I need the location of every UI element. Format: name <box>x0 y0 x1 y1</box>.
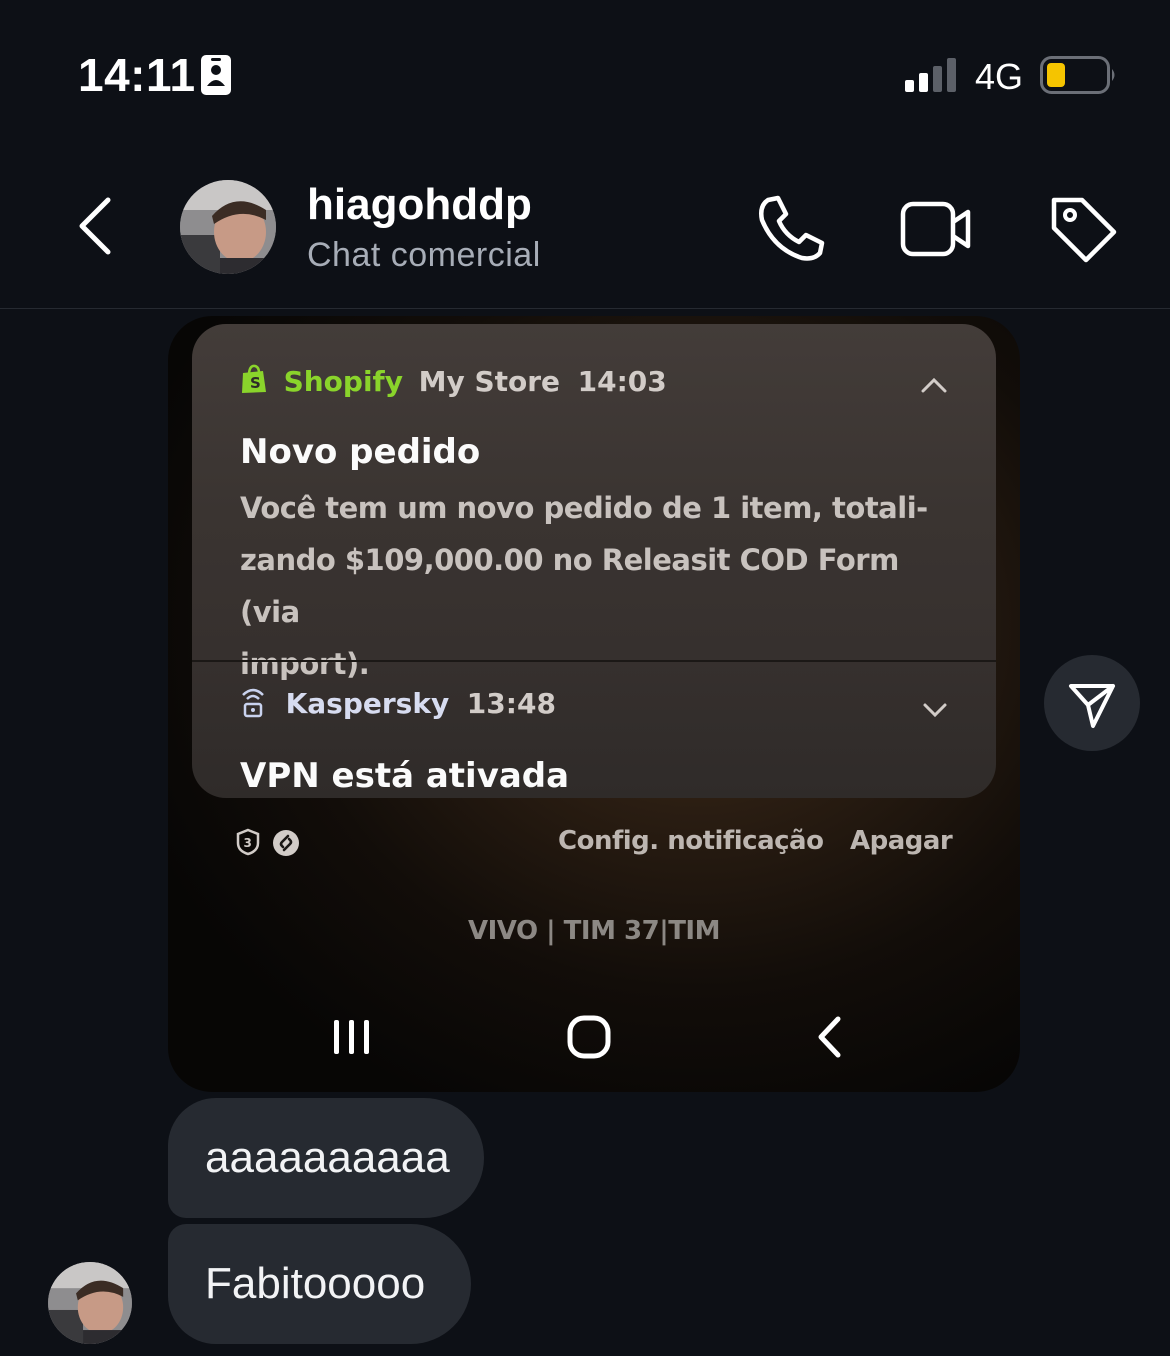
kaspersky-notification-title: VPN está ativada <box>240 756 570 796</box>
kaspersky-notification-time: 13:48 <box>466 687 556 720</box>
status-bar: 14:11 4G <box>0 0 1170 150</box>
message-text: Fabitooooo <box>205 1259 426 1308</box>
shield-3-icon: 3 <box>236 828 260 856</box>
message-text: aaaaaaaaaa <box>205 1133 450 1182</box>
shopify-store-name: My Store <box>418 365 561 398</box>
battery-icon <box>1040 56 1115 94</box>
svg-text:3: 3 <box>244 836 252 850</box>
signal-icon <box>905 58 956 92</box>
sender-avatar[interactable] <box>48 1262 132 1344</box>
id-card-icon <box>201 55 231 95</box>
avatar-photo <box>180 180 276 274</box>
nav-back-icon <box>818 1016 841 1058</box>
phone-icon[interactable] <box>754 194 826 264</box>
back-icon[interactable] <box>72 194 120 258</box>
body-line: import). <box>240 647 370 681</box>
shopify-bag-icon: S <box>242 364 266 393</box>
body-line: zando $109,000.00 no Releasit COD Form (… <box>240 543 899 629</box>
carrier-label: VIVO | TIM 37|TIM <box>468 916 720 946</box>
message-bubble[interactable]: aaaaaaaaaa <box>168 1098 484 1218</box>
body-line: Você tem um novo pedido de 1 item, total… <box>240 491 928 525</box>
message-bubble[interactable]: Fabitooooo <box>168 1224 471 1344</box>
svg-text:S: S <box>250 374 261 392</box>
kaspersky-icon <box>242 688 264 718</box>
share-button[interactable] <box>1044 655 1140 751</box>
shopify-notification-title: Novo pedido <box>240 432 481 472</box>
avatar-photo <box>48 1262 132 1344</box>
shopify-app-name: Shopify <box>283 365 403 398</box>
kaspersky-notification-header: Kaspersky 13:48 <box>240 686 556 720</box>
chevron-down-icon <box>923 703 947 718</box>
contact-name[interactable]: hiagohddp <box>307 180 532 230</box>
home-icon <box>567 1015 611 1059</box>
send-icon <box>1069 684 1115 728</box>
recent-apps-icon <box>334 1020 369 1054</box>
contact-avatar[interactable] <box>180 180 276 274</box>
clear-notifications-button: Apagar <box>850 826 953 856</box>
notification-divider <box>192 660 996 662</box>
shopify-notification-header: S Shopify My Store 14:03 <box>240 364 667 398</box>
kaspersky-app-name: Kaspersky <box>285 687 450 720</box>
notification-panel: S Shopify My Store 14:03 Novo pedido Voc… <box>192 324 996 798</box>
video-icon[interactable] <box>900 194 972 264</box>
chat-header: hiagohddp Chat comercial <box>0 150 1170 309</box>
shopify-notification-body: Você tem um novo pedido de 1 item, total… <box>240 482 960 690</box>
network-label: 4G <box>975 56 1024 97</box>
tag-icon[interactable] <box>1048 194 1120 264</box>
notification-settings-button: Config. notificação <box>558 826 824 856</box>
chevron-up-icon <box>921 377 947 393</box>
shopify-notification-time: 14:03 <box>577 365 667 398</box>
shazam-icon <box>273 830 299 856</box>
shared-screenshot[interactable]: S Shopify My Store 14:03 Novo pedido Voc… <box>168 316 1020 1092</box>
status-time: 14:11 <box>78 49 196 101</box>
contact-subtitle: Chat comercial <box>307 236 541 274</box>
